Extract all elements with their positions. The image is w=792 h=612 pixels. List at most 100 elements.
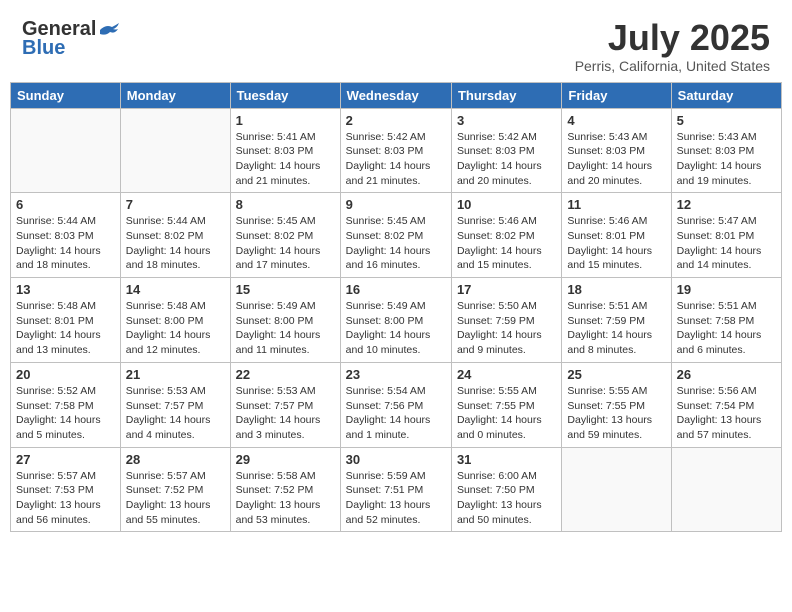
calendar-table: SundayMondayTuesdayWednesdayThursdayFrid… (10, 82, 782, 533)
day-info: Sunrise: 5:49 AM Sunset: 8:00 PM Dayligh… (236, 299, 335, 358)
calendar-header: SundayMondayTuesdayWednesdayThursdayFrid… (11, 82, 782, 108)
logo: General Blue (22, 18, 120, 60)
day-info: Sunrise: 5:42 AM Sunset: 8:03 PM Dayligh… (457, 130, 556, 189)
calendar-cell: 4 Sunrise: 5:43 AM Sunset: 8:03 PM Daylig… (562, 108, 671, 193)
calendar-cell: 8Sunrise: 5:45 AM Sunset: 8:02 PM Daylig… (230, 193, 340, 278)
calendar-cell: 30 Sunrise: 5:59 AM Sunset: 7:51 PM Dayli… (340, 447, 451, 532)
day-info: Sunrise: 5:49 AM Sunset: 8:00 PM Dayligh… (346, 299, 446, 358)
calendar-cell: 13 Sunrise: 5:48 AM Sunset: 8:01 PM Dayli… (11, 278, 121, 363)
day-number: 22 (236, 367, 335, 382)
day-number: 8 (236, 197, 335, 212)
day-info: Sunrise: 5:51 AM Sunset: 7:58 PM Dayligh… (677, 299, 776, 358)
calendar-cell: 6Sunrise: 5:44 AM Sunset: 8:03 PM Daylig… (11, 193, 121, 278)
day-number: 26 (677, 367, 776, 382)
calendar-cell: 29Sunrise: 5:58 AM Sunset: 7:52 PM Dayli… (230, 447, 340, 532)
calendar-cell: 10 Sunrise: 5:46 AM Sunset: 8:02 PM Dayli… (451, 193, 561, 278)
day-info: Sunrise: 5:46 AM Sunset: 8:01 PM Dayligh… (567, 214, 665, 273)
day-number: 2 (346, 113, 446, 128)
calendar-cell: 26Sunrise: 5:56 AM Sunset: 7:54 PM Dayli… (671, 362, 781, 447)
day-info: Sunrise: 5:44 AM Sunset: 8:02 PM Dayligh… (126, 214, 225, 273)
logo-bird-icon (98, 22, 120, 38)
day-info: Sunrise: 5:54 AM Sunset: 7:56 PM Dayligh… (346, 384, 446, 443)
day-number: 14 (126, 282, 225, 297)
calendar-week-1: 1Sunrise: 5:41 AM Sunset: 8:03 PM Daylig… (11, 108, 782, 193)
calendar-week-2: 6Sunrise: 5:44 AM Sunset: 8:03 PM Daylig… (11, 193, 782, 278)
day-info: Sunrise: 5:48 AM Sunset: 8:01 PM Dayligh… (16, 299, 115, 358)
day-info: Sunrise: 5:52 AM Sunset: 7:58 PM Dayligh… (16, 384, 115, 443)
day-info: Sunrise: 6:00 AM Sunset: 7:50 PM Dayligh… (457, 469, 556, 528)
calendar-cell: 22 Sunrise: 5:53 AM Sunset: 7:57 PM Dayli… (230, 362, 340, 447)
calendar-cell: 15Sunrise: 5:49 AM Sunset: 8:00 PM Dayli… (230, 278, 340, 363)
calendar-cell: 27 Sunrise: 5:57 AM Sunset: 7:53 PM Dayli… (11, 447, 121, 532)
day-header-saturday: Saturday (671, 82, 781, 108)
calendar-body: 1Sunrise: 5:41 AM Sunset: 8:03 PM Daylig… (11, 108, 782, 532)
day-number: 21 (126, 367, 225, 382)
day-number: 27 (16, 452, 115, 467)
day-number: 16 (346, 282, 446, 297)
day-number: 6 (16, 197, 115, 212)
day-number: 7 (126, 197, 225, 212)
calendar-cell: 20Sunrise: 5:52 AM Sunset: 7:58 PM Dayli… (11, 362, 121, 447)
calendar-cell: 19Sunrise: 5:51 AM Sunset: 7:58 PM Dayli… (671, 278, 781, 363)
calendar-cell (562, 447, 671, 532)
day-info: Sunrise: 5:46 AM Sunset: 8:02 PM Dayligh… (457, 214, 556, 273)
day-number: 24 (457, 367, 556, 382)
calendar-week-3: 13 Sunrise: 5:48 AM Sunset: 8:01 PM Dayli… (11, 278, 782, 363)
day-info: Sunrise: 5:55 AM Sunset: 7:55 PM Dayligh… (457, 384, 556, 443)
day-info: Sunrise: 5:43 AM Sunset: 8:03 PM Dayligh… (677, 130, 776, 189)
day-info: Sunrise: 5:51 AM Sunset: 7:59 PM Dayligh… (567, 299, 665, 358)
day-number: 23 (346, 367, 446, 382)
day-info: Sunrise: 5:53 AM Sunset: 7:57 PM Dayligh… (126, 384, 225, 443)
day-number: 30 (346, 452, 446, 467)
calendar-cell (11, 108, 121, 193)
day-info: Sunrise: 5:57 AM Sunset: 7:52 PM Dayligh… (126, 469, 225, 528)
calendar-week-4: 20Sunrise: 5:52 AM Sunset: 7:58 PM Dayli… (11, 362, 782, 447)
calendar-cell: 14 Sunrise: 5:48 AM Sunset: 8:00 PM Dayli… (120, 278, 230, 363)
day-number: 3 (457, 113, 556, 128)
day-info: Sunrise: 5:48 AM Sunset: 8:00 PM Dayligh… (126, 299, 225, 358)
day-info: Sunrise: 5:47 AM Sunset: 8:01 PM Dayligh… (677, 214, 776, 273)
day-info: Sunrise: 5:42 AM Sunset: 8:03 PM Dayligh… (346, 130, 446, 189)
day-headers-row: SundayMondayTuesdayWednesdayThursdayFrid… (11, 82, 782, 108)
day-number: 13 (16, 282, 115, 297)
calendar-cell: 7 Sunrise: 5:44 AM Sunset: 8:02 PM Daylig… (120, 193, 230, 278)
day-info: Sunrise: 5:50 AM Sunset: 7:59 PM Dayligh… (457, 299, 556, 358)
calendar-cell: 31 Sunrise: 6:00 AM Sunset: 7:50 PM Dayli… (451, 447, 561, 532)
day-number: 5 (677, 113, 776, 128)
calendar-week-5: 27 Sunrise: 5:57 AM Sunset: 7:53 PM Dayli… (11, 447, 782, 532)
day-number: 10 (457, 197, 556, 212)
calendar-cell: 12 Sunrise: 5:47 AM Sunset: 8:01 PM Dayli… (671, 193, 781, 278)
day-number: 9 (346, 197, 446, 212)
day-info: Sunrise: 5:55 AM Sunset: 7:55 PM Dayligh… (567, 384, 665, 443)
page-header: General Blue July 2025 Perris, Californi… (10, 10, 782, 78)
calendar-cell: 9Sunrise: 5:45 AM Sunset: 8:02 PM Daylig… (340, 193, 451, 278)
day-number: 18 (567, 282, 665, 297)
day-number: 17 (457, 282, 556, 297)
logo-block: General Blue (22, 18, 120, 60)
calendar-cell: 11Sunrise: 5:46 AM Sunset: 8:01 PM Dayli… (562, 193, 671, 278)
day-info: Sunrise: 5:57 AM Sunset: 7:53 PM Dayligh… (16, 469, 115, 528)
calendar-cell: 24 Sunrise: 5:55 AM Sunset: 7:55 PM Dayli… (451, 362, 561, 447)
calendar-cell: 1Sunrise: 5:41 AM Sunset: 8:03 PM Daylig… (230, 108, 340, 193)
calendar-cell: 2 Sunrise: 5:42 AM Sunset: 8:03 PM Daylig… (340, 108, 451, 193)
calendar-cell: 18 Sunrise: 5:51 AM Sunset: 7:59 PM Dayli… (562, 278, 671, 363)
day-header-wednesday: Wednesday (340, 82, 451, 108)
calendar-cell: 3 Sunrise: 5:42 AM Sunset: 8:03 PM Daylig… (451, 108, 561, 193)
day-header-sunday: Sunday (11, 82, 121, 108)
day-header-thursday: Thursday (451, 82, 561, 108)
day-info: Sunrise: 5:59 AM Sunset: 7:51 PM Dayligh… (346, 469, 446, 528)
day-header-tuesday: Tuesday (230, 82, 340, 108)
calendar-cell (120, 108, 230, 193)
calendar-cell: 16 Sunrise: 5:49 AM Sunset: 8:00 PM Dayli… (340, 278, 451, 363)
day-number: 4 (567, 113, 665, 128)
calendar-title: July 2025 (575, 18, 770, 58)
day-info: Sunrise: 5:43 AM Sunset: 8:03 PM Dayligh… (567, 130, 665, 189)
calendar-cell: 28Sunrise: 5:57 AM Sunset: 7:52 PM Dayli… (120, 447, 230, 532)
day-number: 12 (677, 197, 776, 212)
day-info: Sunrise: 5:53 AM Sunset: 7:57 PM Dayligh… (236, 384, 335, 443)
day-number: 29 (236, 452, 335, 467)
calendar-cell: 5 Sunrise: 5:43 AM Sunset: 8:03 PM Daylig… (671, 108, 781, 193)
day-number: 31 (457, 452, 556, 467)
day-info: Sunrise: 5:41 AM Sunset: 8:03 PM Dayligh… (236, 130, 335, 189)
calendar-cell: 25Sunrise: 5:55 AM Sunset: 7:55 PM Dayli… (562, 362, 671, 447)
